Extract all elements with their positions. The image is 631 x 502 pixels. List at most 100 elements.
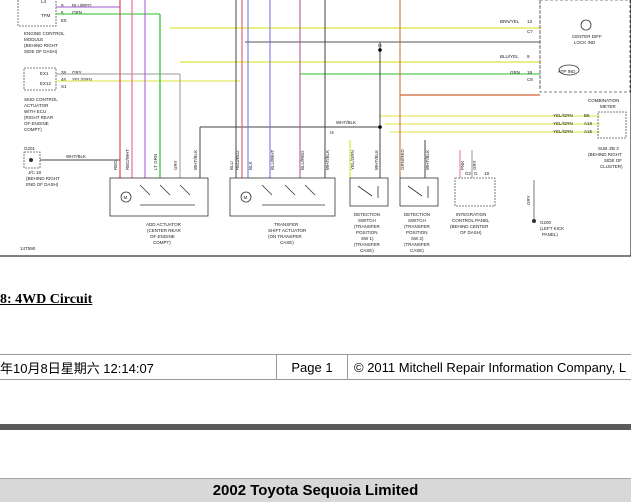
svg-text:WHT/BLK: WHT/BLK [374, 150, 379, 170]
svg-text:GRY: GRY [173, 160, 178, 170]
svg-text:A15: A15 [584, 129, 593, 134]
svg-text:SKID CONTROL: SKID CONTROL [24, 97, 58, 102]
svg-text:(TRANSFER: (TRANSFER [354, 224, 381, 229]
svg-text:C7: C7 [527, 29, 533, 34]
svg-text:YEL/GRN: YEL/GRN [553, 129, 573, 134]
svg-text:SUB J/B 3: SUB J/B 3 [598, 146, 619, 151]
svg-text:ADD ACTUATOR: ADD ACTUATOR [146, 222, 182, 227]
svg-text:BLK: BLK [248, 161, 253, 170]
svg-text:(BEHIND CENTER: (BEHIND CENTER [450, 224, 489, 229]
svg-text:RED/WHT: RED/WHT [125, 149, 130, 170]
transfer-motor-m: M [244, 195, 248, 200]
integration-panel-label: INTEGRATION CONTROL PANEL (BEHIND CENTER… [450, 212, 490, 235]
add-motor-m: M [124, 195, 128, 200]
svg-text:GRN/RED: GRN/RED [400, 148, 405, 170]
wiring-diagram: L4 9 BLU/RED 6 GRN TFM E5 ENGINE CONTROL… [0, 0, 631, 257]
svg-text:BLU: BLU [229, 161, 234, 170]
page-footer: 年10月8日星期六 12:14:07 Page 1 © 2011 Mitchel… [0, 354, 631, 380]
svg-text:COMPT): COMPT) [153, 240, 171, 245]
svg-text:YEL/GRN: YEL/GRN [350, 150, 355, 170]
ecm-label: ENGINE CONTROL MODULE (BEHIND RIGHT SIDE… [24, 31, 65, 54]
svg-text:TRANSFER: TRANSFER [274, 222, 299, 227]
print-timestamp: 年10月8日星期六 12:14:07 [0, 360, 154, 376]
svg-text:BLU/RED: BLU/RED [300, 150, 305, 170]
copyright-notice: © 2011 Mitchell Repair Information Compa… [354, 359, 627, 375]
ecm-pin-e5: E5 [61, 18, 67, 23]
svg-text:SWITCH: SWITCH [408, 218, 426, 223]
svg-text:YEL/GRN: YEL/GRN [553, 113, 573, 118]
skid-label: SKID CONTROL ACTUATOR WITH ECU (RIGHT RE… [24, 97, 58, 132]
svg-text:(BEHIND RIGHT: (BEHIND RIGHT [26, 176, 60, 181]
svg-text:WHT/BLK: WHT/BLK [193, 150, 198, 170]
svg-text:LOCK IND: LOCK IND [574, 40, 596, 45]
transfer-actuator-label: TRANSFER SHIFT ACTUATOR (ON TRANSFER CAS… [268, 222, 307, 245]
svg-text:(TRANSFER: (TRANSFER [354, 242, 381, 247]
svg-text:GRN: GRN [510, 70, 520, 75]
svg-text:PANEL): PANEL) [542, 232, 558, 237]
svg-text:GRY: GRY [526, 195, 531, 205]
document-title-bar: 2002 Toyota Sequoia Limited [0, 478, 631, 502]
svg-text:(RIGHT REAR: (RIGHT REAR [24, 115, 54, 120]
svg-text:13: 13 [527, 19, 533, 24]
svg-text:I4: I4 [330, 130, 334, 135]
svg-text:SIDE OF: SIDE OF [604, 158, 622, 163]
svg-text:PNK: PNK [460, 161, 465, 170]
svg-text:G200: G200 [540, 220, 552, 225]
integration-panel-box [454, 177, 496, 207]
svg-text:SHIFT ACTUATOR: SHIFT ACTUATOR [268, 228, 307, 233]
svg-text:WITH ECU: WITH ECU [24, 109, 46, 114]
svg-text:9: 9 [527, 54, 530, 59]
svg-text:CASE): CASE) [360, 248, 374, 253]
svg-text:ATP IND: ATP IND [558, 69, 576, 74]
svg-text:18: 18 [527, 70, 533, 75]
svg-text:WHT/BLK: WHT/BLK [336, 120, 356, 125]
svg-text:B6: B6 [584, 113, 590, 118]
svg-text:GRY: GRY [472, 160, 477, 170]
svg-text:METER: METER [600, 104, 617, 109]
svg-text:SW 2): SW 2) [411, 236, 424, 241]
transfer-switches [261, 184, 325, 206]
svg-text:J/C 18: J/C 18 [28, 170, 42, 175]
g200-ground-icon [532, 219, 536, 223]
svg-text:YEL/GRN: YEL/GRN [553, 121, 573, 126]
wire-labels: RED RED/WHT LT GRN GRY WHT/BLK BLU RED/B… [113, 148, 531, 205]
figure-caption: 8: 4WD Circuit [0, 292, 93, 307]
svg-text:(CENTER REAR: (CENTER REAR [147, 228, 182, 233]
svg-text:(ON TRANSFER: (ON TRANSFER [268, 234, 302, 239]
page-number: Page 1 [276, 355, 348, 379]
ecm-pin-l4: L4 [41, 0, 47, 4]
detection-switch-1-label: DETECTION SWITCH (TRANSFER POSITION SW 1… [354, 212, 381, 253]
svg-text:I4: I4 [378, 43, 382, 48]
ex-pin-s1: S1 [61, 84, 67, 89]
svg-text:SWITCH: SWITCH [358, 218, 376, 223]
detection-switch-2-box [399, 177, 439, 207]
svg-text:CASE): CASE) [280, 240, 294, 245]
svg-text:DETECTION: DETECTION [354, 212, 380, 217]
svg-text:ENGINE CONTROL: ENGINE CONTROL [24, 31, 65, 36]
svg-text:(TRANSFER: (TRANSFER [404, 242, 431, 247]
svg-text:BLU/WHT: BLU/WHT [270, 149, 275, 170]
svg-text:DETECTION: DETECTION [404, 212, 430, 217]
svg-text:LT GRN: LT GRN [153, 154, 158, 170]
svg-text:POSITION: POSITION [356, 230, 378, 235]
svg-text:CASE): CASE) [410, 248, 424, 253]
svg-text:SIDE OF DASH): SIDE OF DASH) [24, 49, 58, 54]
add-switches [139, 184, 195, 206]
center-diff-lamp-icon [580, 19, 592, 31]
svg-text:WHT/BLK: WHT/BLK [325, 150, 330, 170]
g201-label: G201 [24, 146, 36, 151]
detection-switch-2-label: DETECTION SWITCH (TRANSFER POSITION SW 2… [404, 212, 431, 253]
svg-text:END OF DASH): END OF DASH) [26, 182, 59, 187]
svg-text:OF ENGINE: OF ENGINE [150, 234, 175, 239]
svg-text:COMPT): COMPT) [24, 127, 42, 132]
page-separator [0, 424, 631, 430]
svg-text:CLUSTER): CLUSTER) [600, 164, 623, 169]
ex-pin-ex1: EX1 [40, 71, 49, 76]
svg-text:C8: C8 [527, 77, 533, 82]
svg-text:A18: A18 [584, 121, 593, 126]
ex-pin-ex12: EX12 [40, 81, 52, 86]
svg-text:(LEFT KICK: (LEFT KICK [540, 226, 564, 231]
combination-meter-box [539, 0, 631, 93]
sub-jb3-box [597, 111, 627, 139]
svg-text:WHT/BLK: WHT/BLK [425, 150, 430, 170]
